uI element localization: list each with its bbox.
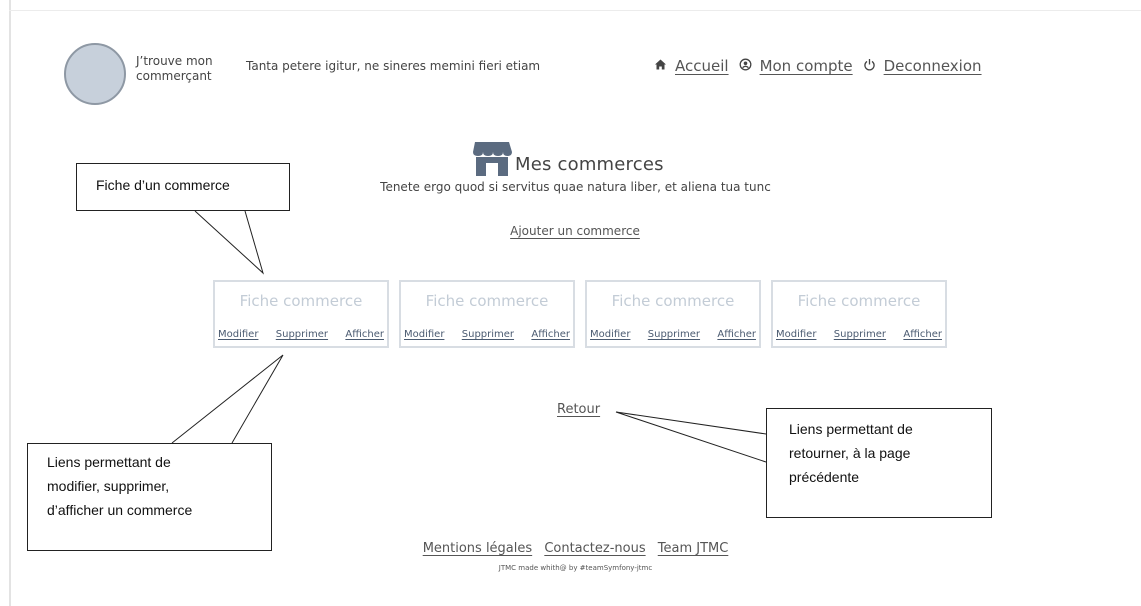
- callout-back-line-1: Liens permettant de: [789, 421, 913, 437]
- callout-back-line-3: précédente: [789, 469, 860, 485]
- callout-links-note: Liens permettant de modifier, supprimer,…: [27, 443, 272, 551]
- callout-links-line-3: d’afficher un commerce: [47, 502, 193, 518]
- callout-links-line-2: modifier, supprimer,: [47, 478, 170, 494]
- callout-back-note: Liens permettant de retourner, à la page…: [766, 408, 992, 518]
- callout-links-line-1: Liens permettant de: [47, 454, 171, 470]
- back-note-pointer: [615, 411, 767, 463]
- callout-back-line-2: retourner, à la page: [789, 445, 911, 461]
- callout-card-text: Fiche d’un commerce: [96, 177, 230, 193]
- callout-card-note: Fiche d’un commerce: [76, 163, 290, 211]
- links-note-pointer: [171, 354, 284, 444]
- card-note-pointer: [194, 210, 264, 275]
